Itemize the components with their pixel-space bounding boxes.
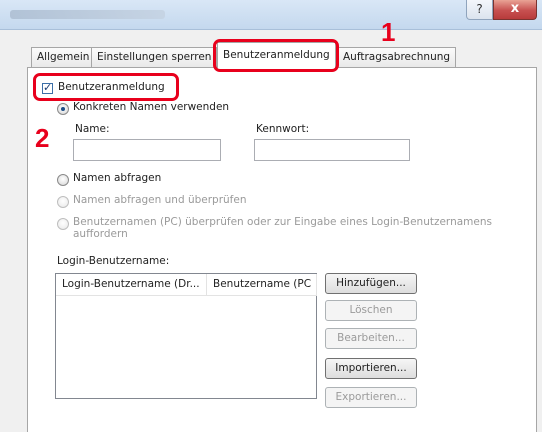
radio-ask-name-label: Namen abfragen xyxy=(73,172,162,184)
password-label: Kennwort: xyxy=(256,123,310,135)
radio-ask-and-verify[interactable] xyxy=(57,196,69,208)
delete-button[interactable]: Löschen xyxy=(325,300,417,321)
login-username-label: Login-Benutzername: xyxy=(57,255,170,267)
radio-verify-pc-username-label-line2: auffordern xyxy=(73,228,128,240)
radio-verify-pc-username-label-line1: Benutzernamen (PC) überprüfen oder zur E… xyxy=(73,216,492,228)
radio-verify-pc-username[interactable] xyxy=(57,218,69,230)
radio-specific-name[interactable] xyxy=(57,103,69,115)
password-input[interactable] xyxy=(254,139,410,161)
callout-number-1: 1 xyxy=(381,17,396,47)
radio-ask-and-verify-label: Namen abfragen und überprüfen xyxy=(73,194,247,206)
column-header-pc-username[interactable]: Benutzername (PC xyxy=(207,274,317,296)
add-button[interactable]: Hinzufügen... xyxy=(325,273,417,294)
callout-number-2: 2 xyxy=(35,123,50,153)
close-button[interactable]: x xyxy=(493,0,537,20)
tab-highlight-box xyxy=(213,39,339,72)
title-bar: ? x xyxy=(0,0,542,30)
login-username-list[interactable]: Login-Benutzername (Dr... Benutzername (… xyxy=(55,273,317,399)
help-button[interactable]: ? xyxy=(466,0,493,20)
edit-button[interactable]: Bearbeiten... xyxy=(325,328,417,349)
tab-einstellungen-sperren[interactable]: Einstellungen sperren xyxy=(91,47,218,67)
checkbox-highlight-box xyxy=(33,73,179,101)
radio-specific-name-label: Konkreten Namen verwenden xyxy=(73,101,230,113)
import-button[interactable]: Importieren... xyxy=(325,358,417,379)
name-input[interactable] xyxy=(73,139,221,161)
tab-auftragsabrechnung[interactable]: Auftragsabrechnung xyxy=(337,47,457,67)
export-button[interactable]: Exportieren... xyxy=(325,387,417,408)
column-header-login-username[interactable]: Login-Benutzername (Dr... xyxy=(56,274,207,296)
name-label: Name: xyxy=(75,123,110,135)
window-title-blurred xyxy=(10,10,165,19)
tab-allgemein[interactable]: Allgemein xyxy=(31,47,96,67)
radio-ask-name[interactable] xyxy=(57,174,69,186)
